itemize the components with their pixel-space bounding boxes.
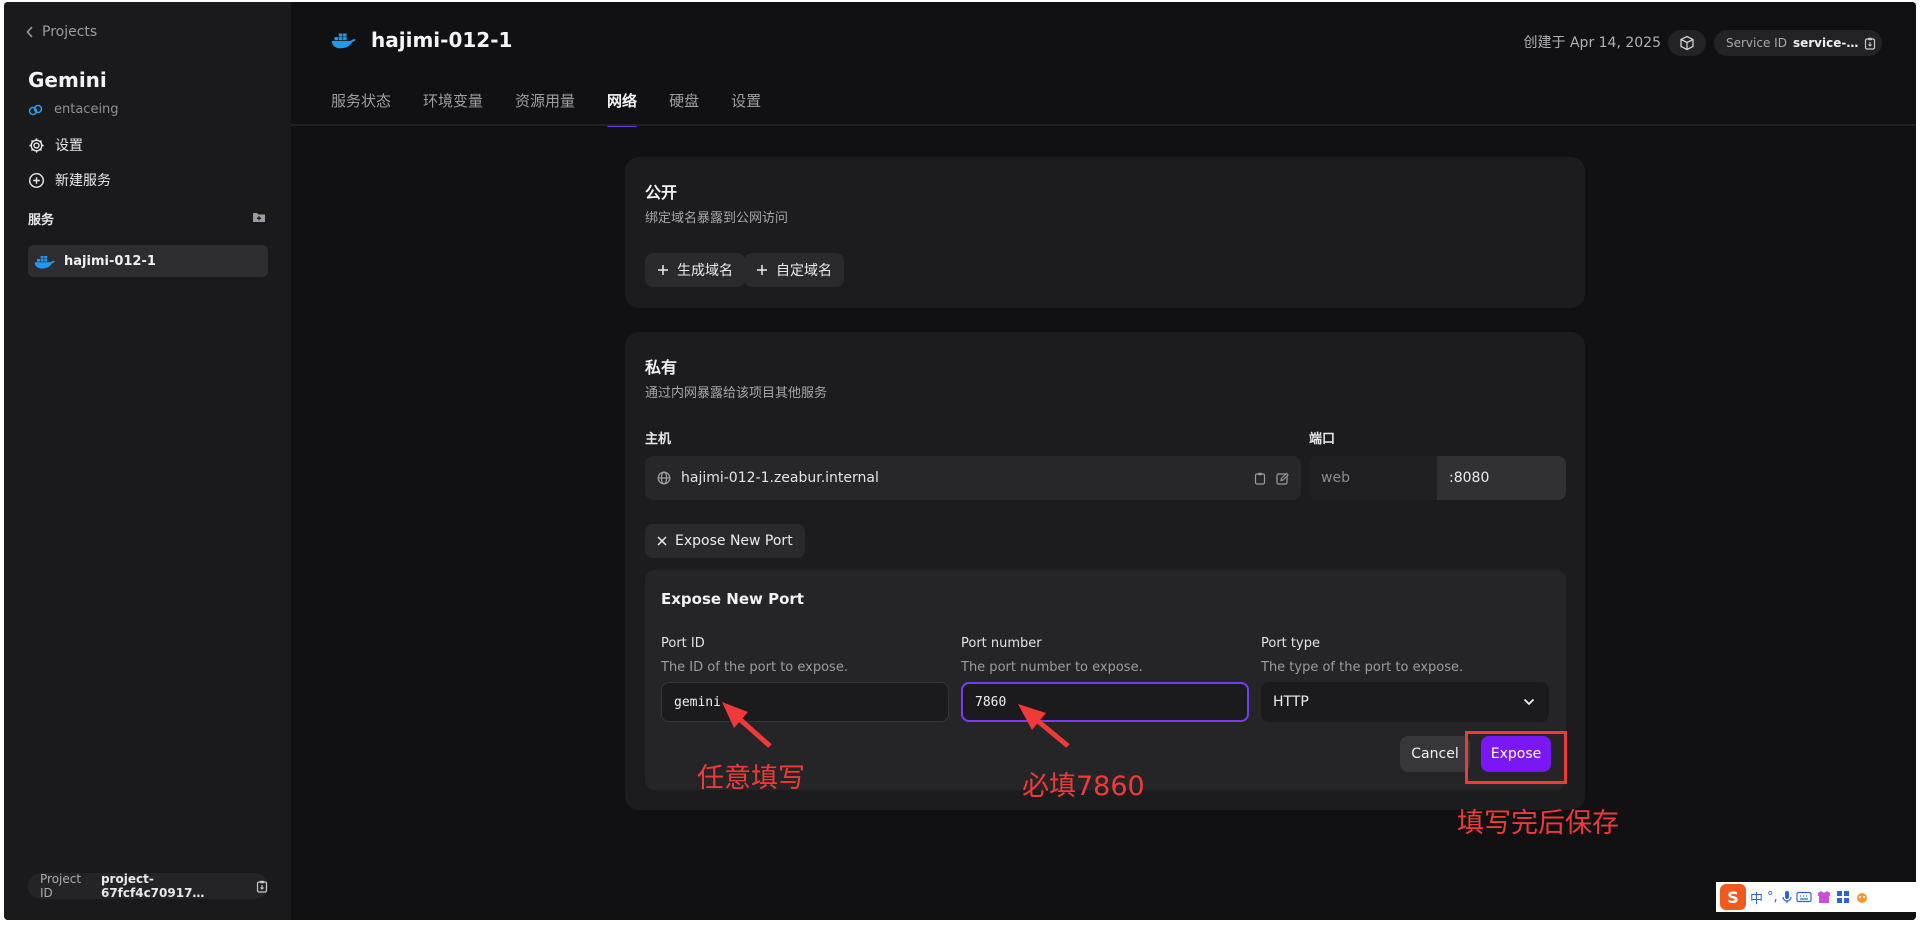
annotation-port-id: 任意填写 (697, 763, 805, 794)
ime-toolbar[interactable]: S 中 °, (1716, 882, 1920, 912)
arrow-to-port-number (1018, 704, 1070, 748)
sogou-logo-icon: S (1720, 884, 1746, 910)
annotation-port-number: 必填7860 (1022, 771, 1145, 802)
annotation-expose-highlight (1465, 731, 1567, 784)
skin-icon[interactable] (1816, 890, 1832, 904)
arrow-to-port-id (722, 702, 772, 748)
annotation-arrows (722, 702, 1070, 748)
ime-punct[interactable]: °, (1767, 890, 1778, 905)
mascot-icon[interactable] (1854, 890, 1870, 904)
ime-mode[interactable]: 中 (1750, 888, 1763, 907)
annotation-save: 填写完后保存 (1457, 808, 1619, 839)
microphone-icon[interactable] (1782, 890, 1792, 904)
keyboard-icon[interactable] (1796, 891, 1812, 903)
apps-grid-icon[interactable] (1836, 890, 1850, 904)
